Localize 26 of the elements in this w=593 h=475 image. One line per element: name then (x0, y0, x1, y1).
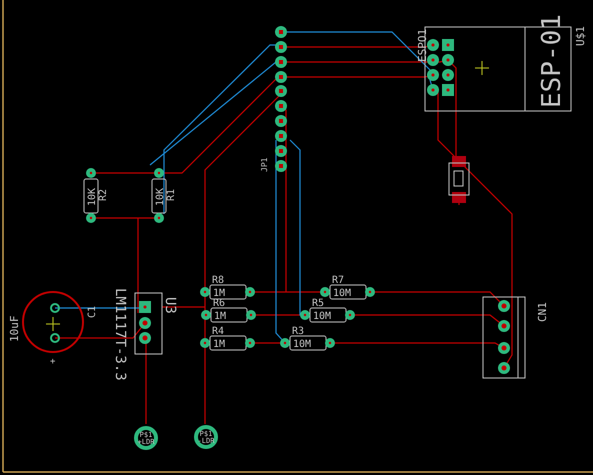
component-value: ESP-01 (537, 14, 567, 108)
component-value: 1M (213, 339, 226, 350)
component-value: 10M (333, 288, 352, 299)
component-label: R4 (212, 326, 224, 337)
component-value: 10M (313, 311, 332, 322)
component-value: 1M (214, 311, 226, 322)
polarity-mark: + (50, 357, 56, 367)
component-label: U3 (162, 297, 178, 314)
component-value: 10uF (8, 316, 21, 342)
component-label: ESPO1 (416, 28, 429, 62)
component-label: C1 (87, 306, 98, 318)
component-label: R1 (166, 188, 177, 201)
component-label: CN1 (536, 302, 549, 322)
component-label: R3 (292, 326, 304, 337)
component-label: R7 (332, 275, 344, 286)
component-value: 1M (213, 288, 226, 299)
component-value: 10M (293, 339, 312, 350)
component-label: R5 (312, 298, 324, 309)
component-value: 10K (155, 188, 166, 206)
component-label: R2 (98, 188, 109, 201)
component-label: U$1 (574, 26, 587, 46)
component-label: R6 (213, 298, 226, 309)
component-value: 10K (87, 188, 98, 206)
component-label: JP1 (260, 158, 269, 172)
component-value: LM1117T-3.3 (112, 288, 128, 381)
component-label: R8 (212, 275, 224, 286)
